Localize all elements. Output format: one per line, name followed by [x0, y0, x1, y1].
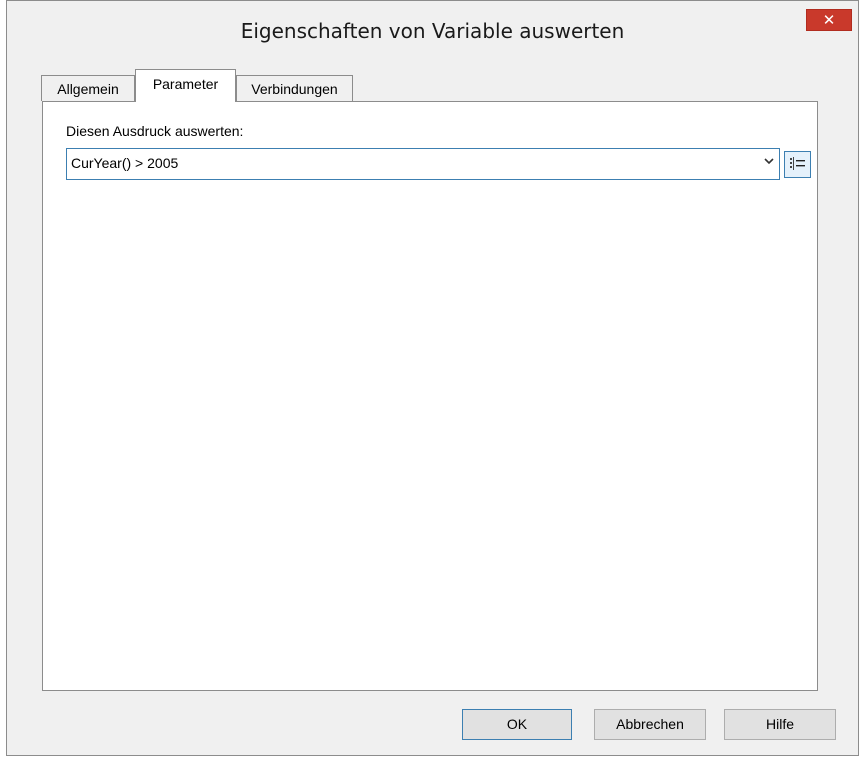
tab-parameter[interactable]: Parameter: [135, 69, 236, 102]
help-button[interactable]: Hilfe: [724, 709, 836, 740]
properties-dialog: Eigenschaften von Variable auswerten ✕ A…: [6, 0, 859, 756]
formula-list-icon: [785, 157, 810, 181]
expression-label: Diesen Ausdruck auswerten:: [66, 123, 244, 139]
chevron-down-icon[interactable]: [763, 155, 775, 169]
expression-wizard-button[interactable]: [784, 151, 811, 178]
tab-panel-parameter: Diesen Ausdruck auswerten: CurYear() > 2…: [42, 101, 818, 691]
close-icon: ✕: [822, 11, 836, 29]
cancel-button[interactable]: Abbrechen: [594, 709, 706, 740]
close-button[interactable]: ✕: [806, 9, 852, 31]
tab-verbindungen[interactable]: Verbindungen: [236, 75, 353, 101]
tab-allgemein[interactable]: Allgemein: [41, 75, 135, 101]
expression-value[interactable]: CurYear() > 2005: [71, 155, 178, 171]
expression-combobox[interactable]: CurYear() > 2005: [66, 148, 780, 180]
title-bar[interactable]: Eigenschaften von Variable auswerten ✕: [7, 1, 858, 61]
window-title: Eigenschaften von Variable auswerten: [240, 19, 625, 43]
ok-button[interactable]: OK: [462, 709, 572, 740]
